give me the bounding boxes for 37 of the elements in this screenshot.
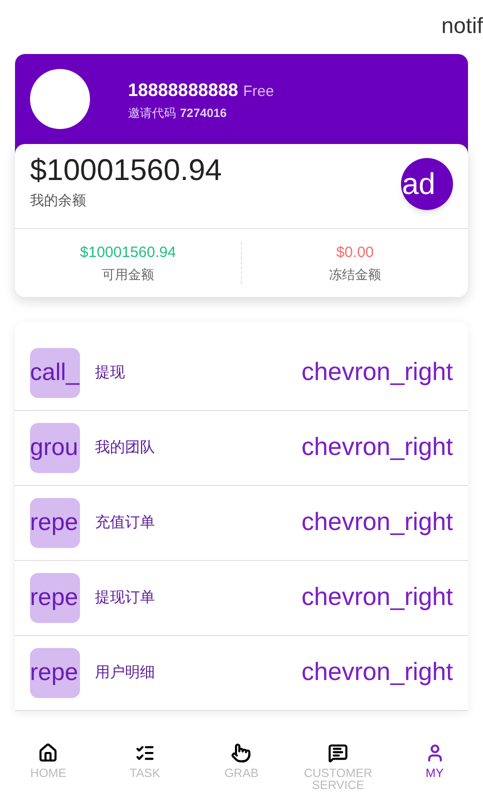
balance-label: 我的余额	[30, 191, 87, 210]
checklist-icon	[134, 743, 155, 763]
menu-item[interactable]: call_ 提现 chevron_right	[15, 336, 468, 411]
chevron-text: chevron_right	[302, 582, 453, 614]
menu-label: 我的团队	[95, 438, 155, 458]
pointing-hand-icon	[231, 743, 252, 763]
amount-value: $0.00	[336, 243, 374, 263]
chevron-text: chevron_right	[302, 657, 453, 688]
menu-icon: repe	[30, 573, 80, 623]
menu-label: 充值订单	[95, 512, 155, 533]
menu-item[interactable]: repe 提现订单 chevron_right	[15, 561, 468, 636]
menu-icon: call_	[30, 348, 80, 398]
phone-number: 18888888888	[128, 79, 238, 102]
menu-label: 提现订单	[95, 588, 155, 608]
menu-label: 用户明细	[95, 662, 155, 683]
chevron-text: chevron_right	[302, 432, 453, 464]
menu-item[interactable]: repe 用户明细 chevron_right	[15, 636, 468, 711]
home-icon	[38, 743, 58, 763]
chevron-text: chevron_right	[302, 357, 453, 388]
balance-amount: $10001560.94	[30, 153, 222, 189]
menu-item[interactable]: repe 充值订单 chevron_right	[15, 486, 468, 561]
chevron-text: chevron_right	[302, 507, 453, 538]
menu-icon: repe	[30, 498, 80, 548]
nav-tab[interactable]: MY	[386, 743, 483, 779]
add-button[interactable]: ad	[401, 158, 453, 210]
notification-text: notif	[441, 12, 483, 40]
invite-code: 7274016	[180, 105, 227, 122]
menu-icon: grou	[30, 423, 80, 473]
chat-icon	[328, 743, 348, 763]
amount-value: $10001560.94	[80, 243, 176, 263]
amount-label: 可用金额	[102, 266, 154, 284]
amount-label: 冻结金额	[329, 266, 381, 284]
menu-label: 提现	[95, 362, 125, 383]
menu-icon: repe	[30, 648, 80, 698]
invite-label: 邀请代码	[128, 105, 176, 122]
menu-item[interactable]: grou 我的团队 chevron_right	[15, 411, 468, 486]
membership-level: Free	[243, 82, 274, 102]
